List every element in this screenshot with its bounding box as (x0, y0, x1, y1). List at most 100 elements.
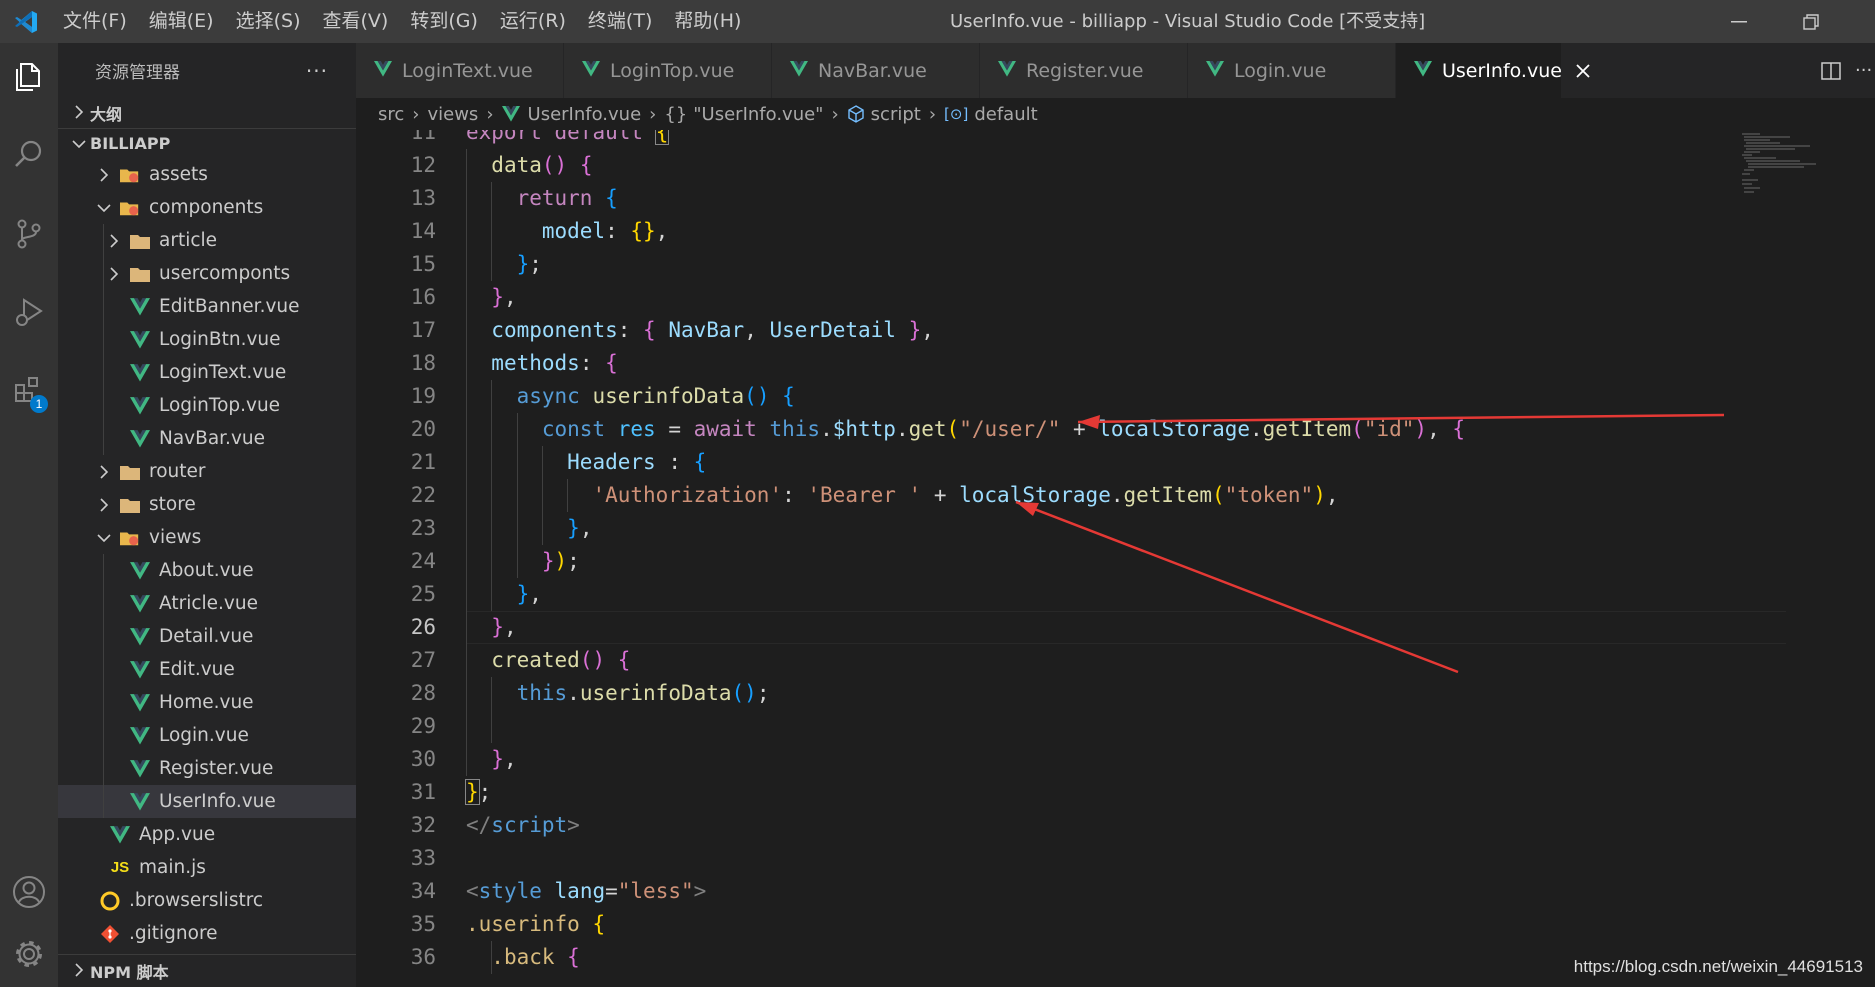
menu-item[interactable]: 文件(F) (52, 0, 138, 43)
tree-file[interactable]: About.vue (58, 554, 356, 587)
tree-file[interactable]: Login.vue (58, 719, 356, 752)
breadcrumb-src[interactable]: src (378, 104, 404, 125)
tree-folder[interactable]: article (58, 224, 356, 257)
tree-item-label: article (159, 230, 218, 251)
tree-file[interactable]: LoginText.vue (58, 356, 356, 389)
tree-file[interactable]: NavBar.vue (58, 422, 356, 455)
menu-item[interactable]: 转到(G) (399, 0, 489, 43)
menu-item[interactable]: 运行(R) (489, 0, 577, 43)
close-icon[interactable] (1576, 59, 1590, 83)
js-file-icon: JS (110, 859, 130, 876)
vue-file-icon (582, 60, 600, 82)
tree-item-label: views (149, 527, 202, 548)
project-label: BILLIAPP (90, 134, 171, 153)
tree-folder[interactable]: assets (58, 158, 356, 191)
vscode-logo-icon (0, 0, 52, 43)
vue-file-icon (130, 297, 150, 317)
tree-item-label: App.vue (139, 824, 216, 845)
editor-tab[interactable]: LoginText.vue (356, 43, 564, 98)
tree-folder[interactable]: components (58, 191, 356, 224)
explorer-title: 资源管理器 (95, 63, 180, 83)
chevron-right-icon: › (649, 103, 657, 125)
search-icon[interactable] (0, 125, 58, 183)
tree-item-label: Home.vue (159, 692, 254, 713)
menu-item[interactable]: 帮助(H) (663, 0, 752, 43)
chevron-down-icon (96, 200, 112, 216)
vue-file-icon (130, 429, 150, 449)
tab-label: NavBar.vue (818, 59, 927, 82)
vue-file-icon (790, 60, 808, 82)
vue-file-icon (130, 561, 150, 581)
extensions-icon[interactable]: 1 (0, 361, 58, 419)
tree-file[interactable]: UserInfo.vue (58, 785, 356, 818)
tree-folder[interactable]: views (58, 521, 356, 554)
folder-icon (120, 198, 140, 218)
explorer-icon[interactable] (0, 48, 58, 106)
restore-icon[interactable] (1775, 0, 1847, 43)
outline-label: 大纲 (90, 105, 123, 124)
editor-tab[interactable]: NavBar.vue (772, 43, 980, 98)
tree-folder[interactable]: store (58, 488, 356, 521)
breadcrumb-default[interactable]: default (974, 104, 1037, 125)
split-editor-icon[interactable] (1807, 61, 1855, 81)
breadcrumb-file[interactable]: UserInfo.vue (528, 104, 642, 125)
source-control-icon[interactable] (0, 205, 58, 263)
tree-file[interactable]: Home.vue (58, 686, 356, 719)
tree-item-label: LoginText.vue (159, 362, 287, 383)
more-actions-icon[interactable]: ··· (306, 59, 328, 83)
tree-file[interactable]: Register.vue (58, 752, 356, 785)
menu-item[interactable]: 终端(T) (577, 0, 663, 43)
tree-item-label: EditBanner.vue (159, 296, 300, 317)
tree-folder[interactable]: router (58, 455, 356, 488)
tree-file[interactable]: EditBanner.vue (58, 290, 356, 323)
run-debug-icon[interactable] (0, 283, 58, 341)
menu-item[interactable]: 选择(S) (225, 0, 312, 43)
minimize-icon[interactable] (1703, 0, 1775, 43)
tree-file[interactable]: .browserslistrc (58, 884, 356, 917)
tab-label: UserInfo.vue (1442, 59, 1562, 82)
chevron-right-icon (68, 962, 90, 981)
indent-guide (103, 653, 104, 686)
tree-file[interactable]: Edit.vue (58, 653, 356, 686)
breadcrumb-object[interactable]: "UserInfo.vue" (693, 104, 823, 125)
tree-file[interactable]: LoginBtn.vue (58, 323, 356, 356)
tree-folder[interactable]: usercomponts (58, 257, 356, 290)
account-icon[interactable] (0, 863, 58, 921)
more-actions-icon[interactable]: ··· (1855, 60, 1875, 81)
code-editor[interactable]: 11 12 13 14 15 16 17 18 19 20 21 22 23 24 25 26 27 28 29 30… (356, 130, 1875, 987)
editor-tab[interactable]: LoginTop.vue (564, 43, 772, 98)
file-tree: assets components article usercomponts EditB… (58, 158, 356, 950)
chevron-down-icon (96, 530, 112, 546)
editor-tab[interactable]: Register.vue (980, 43, 1188, 98)
vue-file-icon (1206, 60, 1224, 82)
vue-file-icon (130, 627, 150, 647)
watermark: https://blog.csdn.net/weixin_44691513 (1573, 957, 1863, 976)
activity-bar: 1 (0, 43, 58, 987)
project-section[interactable]: BILLIAPP (58, 128, 356, 158)
tree-file[interactable]: Detail.vue (58, 620, 356, 653)
vue-file-icon (1414, 60, 1432, 82)
chevron-right-icon (96, 497, 112, 513)
breadcrumb-script[interactable]: script (871, 104, 921, 125)
breadcrumb-views[interactable]: views (427, 104, 478, 125)
tree-file[interactable]: JS main.js (58, 851, 356, 884)
editor-tab[interactable]: Login.vue (1188, 43, 1396, 98)
editor-tab[interactable]: UserInfo.vue (1396, 43, 1590, 98)
settings-gear-icon[interactable] (0, 925, 58, 983)
tree-item-label: UserInfo.vue (159, 791, 276, 812)
menu-item[interactable]: 查看(V) (312, 0, 400, 43)
tree-file[interactable]: .gitignore (58, 917, 356, 950)
tree-file[interactable]: Atricle.vue (58, 587, 356, 620)
object-braces-icon: {} (664, 103, 688, 125)
vue-file-icon (130, 330, 150, 350)
folder-icon (130, 264, 150, 284)
tree-file[interactable]: LoginTop.vue (58, 389, 356, 422)
outline-section[interactable]: 大纲 (58, 98, 356, 128)
tree-item-label: NavBar.vue (159, 428, 265, 449)
tree-file[interactable]: App.vue (58, 818, 356, 851)
indent-guide (103, 620, 104, 653)
indent-guide (103, 422, 104, 455)
tab-actions: ··· (1807, 43, 1875, 98)
menu-item[interactable]: 编辑(E) (138, 0, 225, 43)
npm-scripts-section[interactable]: NPM 脚本 (58, 954, 356, 987)
